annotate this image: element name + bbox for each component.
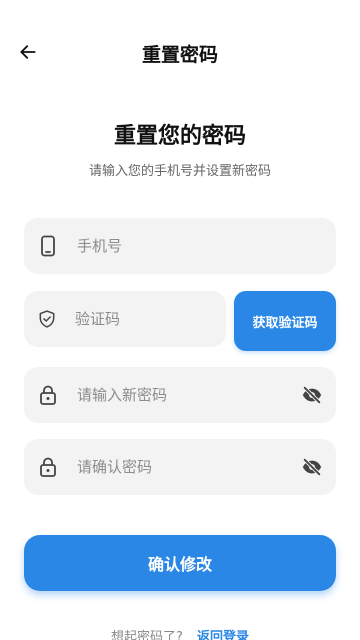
phone-icon bbox=[37, 235, 59, 257]
lock-icon bbox=[37, 456, 59, 478]
lock-icon bbox=[37, 384, 59, 406]
section-subtitle: 请输入您的手机号并设置新密码 bbox=[88, 164, 271, 179]
shield-check-icon bbox=[37, 308, 57, 330]
page-title: 重置密码 bbox=[141, 44, 218, 66]
eye-off-icon[interactable] bbox=[298, 453, 326, 481]
confirm-button[interactable]: 确认修改 bbox=[24, 535, 336, 591]
confirm-password-field[interactable] bbox=[24, 439, 336, 495]
new-password-input[interactable] bbox=[77, 367, 298, 423]
reset-password-screen: 重置密码 重置您的密码 请输入您的手机号并设置新密码 获取验证码 bbox=[0, 0, 360, 640]
new-password-field[interactable] bbox=[24, 367, 336, 423]
eye-off-icon[interactable] bbox=[298, 381, 326, 409]
footer-text: 想起密码了? bbox=[111, 630, 183, 640]
phone-field[interactable] bbox=[24, 218, 336, 274]
back-to-login-link[interactable]: 返回登录 bbox=[197, 630, 249, 640]
confirm-password-input[interactable] bbox=[77, 439, 298, 495]
get-code-button[interactable]: 获取验证码 bbox=[234, 291, 336, 351]
footer-prompt: 想起密码了? 返回登录 bbox=[0, 626, 360, 640]
section-heading: 重置您的密码 bbox=[113, 124, 246, 149]
verification-code-field[interactable] bbox=[24, 291, 269, 347]
top-app-bar: 重置密码 bbox=[0, 26, 360, 78]
phone-input[interactable] bbox=[77, 218, 336, 274]
